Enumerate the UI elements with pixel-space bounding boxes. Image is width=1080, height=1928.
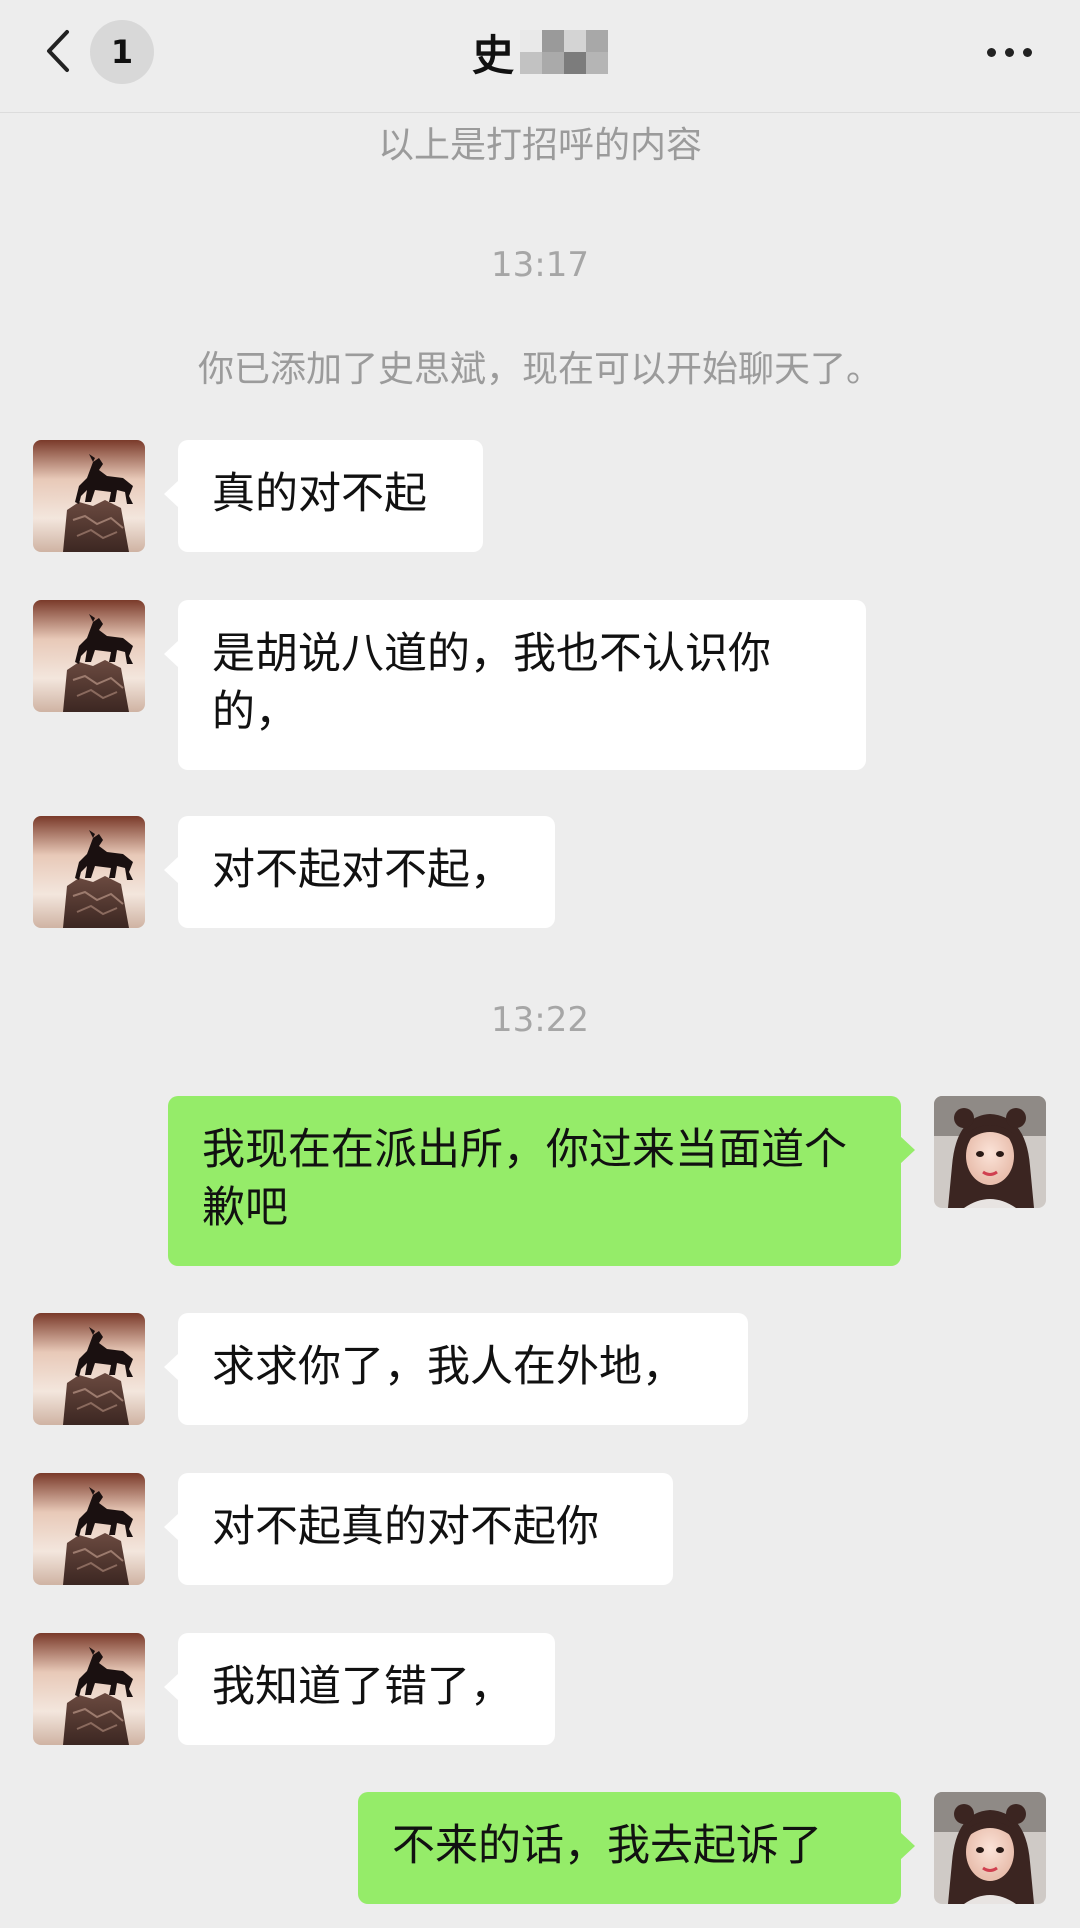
timestamp: 13:17 bbox=[491, 245, 589, 285]
message-bubble[interactable]: 求求你了，我人在外地， bbox=[164, 1313, 748, 1425]
horse-avatar-icon bbox=[33, 600, 145, 712]
user-photo-avatar bbox=[934, 1792, 1046, 1904]
message-bubble[interactable]: 对不起对不起， bbox=[164, 816, 555, 928]
more-options-button[interactable] bbox=[974, 30, 1044, 74]
horse-avatar-icon bbox=[33, 1633, 145, 1745]
message-bubble[interactable]: 我知道了错了， bbox=[164, 1633, 555, 1745]
horse-avatar-icon bbox=[33, 816, 145, 928]
message-bubble[interactable]: 对不起真的对不起你 bbox=[164, 1473, 673, 1585]
user-photo-avatar bbox=[934, 1096, 1046, 1208]
friend-added-notice: 你已添加了史思斌，现在可以开始聊天了。 bbox=[197, 349, 882, 390]
chat-header: 1 史 bbox=[0, 0, 1080, 113]
contact-avatar[interactable] bbox=[33, 816, 145, 928]
horse-avatar-icon bbox=[33, 440, 145, 552]
name-censor-mosaic bbox=[520, 30, 608, 74]
more-dots-icon bbox=[986, 47, 996, 57]
contact-avatar[interactable] bbox=[33, 1473, 145, 1585]
message-bubble[interactable]: 我现在在派出所，你过来当面道个歉吧 bbox=[168, 1096, 915, 1266]
my-avatar[interactable] bbox=[934, 1096, 1046, 1208]
horse-avatar-icon bbox=[33, 1473, 145, 1585]
horse-avatar-icon bbox=[33, 1313, 145, 1425]
chat-title: 史 bbox=[471, 30, 514, 80]
contact-avatar[interactable] bbox=[33, 1633, 145, 1745]
my-avatar[interactable] bbox=[934, 1792, 1046, 1904]
contact-avatar[interactable] bbox=[33, 1313, 145, 1425]
message-bubble[interactable]: 是胡说八道的，我也不认识你的， bbox=[164, 600, 866, 770]
chat-title-area: 史 bbox=[0, 22, 1080, 82]
message-bubble[interactable]: 真的对不起 bbox=[164, 440, 483, 552]
greeting-hint: 以上是打招呼的内容 bbox=[377, 125, 702, 166]
contact-avatar[interactable] bbox=[33, 440, 145, 552]
contact-avatar[interactable] bbox=[33, 600, 145, 712]
timestamp: 13:22 bbox=[491, 1000, 589, 1040]
message-bubble[interactable]: 不来的话，我去起诉了 bbox=[358, 1792, 915, 1904]
